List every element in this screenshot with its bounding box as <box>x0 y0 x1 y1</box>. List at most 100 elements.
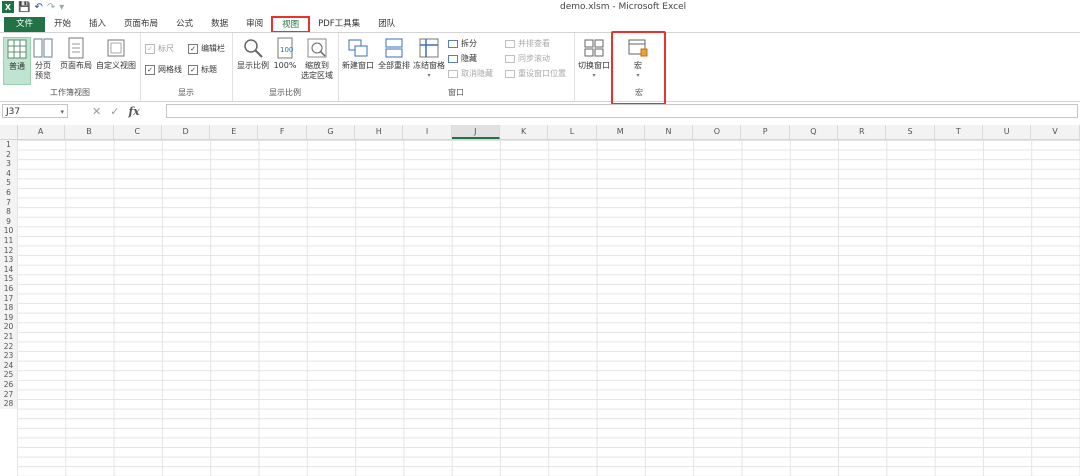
sync-scroll-button[interactable]: 同步滚动 <box>505 53 550 64</box>
title-bar: X 💾 ↶ ↷ ▾ demo.xlsm - Microsoft Excel <box>0 0 1080 16</box>
row-header[interactable]: 12 <box>0 245 18 256</box>
column-header[interactable]: R <box>838 125 887 139</box>
formula-bar-checkbox[interactable]: ✓ 编辑栏 <box>188 43 225 54</box>
row-header[interactable]: 17 <box>0 293 18 304</box>
tab-6[interactable]: 审阅 <box>237 17 272 32</box>
row-header[interactable]: 28 <box>0 399 18 409</box>
tab-5[interactable]: 数据 <box>202 17 237 32</box>
column-header[interactable]: H <box>355 125 404 139</box>
row-header[interactable]: 11 <box>0 236 18 246</box>
row-header[interactable]: 14 <box>0 264 18 275</box>
view-side-by-side-button[interactable]: 并排查看 <box>505 38 550 49</box>
new-window-button[interactable]: 新建窗口 <box>340 37 376 71</box>
column-header[interactable]: C <box>114 125 162 139</box>
sync-scroll-label: 同步滚动 <box>518 54 550 63</box>
row-header[interactable]: 25 <box>0 370 18 380</box>
column-header[interactable]: U <box>983 125 1032 139</box>
name-box-dropdown-icon[interactable]: ▾ <box>60 105 64 119</box>
side-by-side-label: 并排查看 <box>518 39 550 48</box>
row-header[interactable]: 16 <box>0 284 18 294</box>
new-window-icon <box>347 37 369 59</box>
page-break-preview-button[interactable]: 分页 预览 <box>31 37 55 81</box>
cancel-icon[interactable]: ✕ <box>92 105 101 118</box>
tab-4[interactable]: 公式 <box>167 17 202 32</box>
column-header[interactable]: S <box>886 125 935 139</box>
name-box[interactable]: J37 ▾ <box>2 104 68 118</box>
hide-button[interactable]: 隐藏 <box>448 53 477 64</box>
row-header[interactable]: 6 <box>0 188 18 198</box>
select-all-corner[interactable] <box>0 125 18 139</box>
row-header[interactable]: 9 <box>0 216 18 227</box>
tab-9[interactable]: 团队 <box>369 17 404 32</box>
insert-function-icon[interactable]: fx <box>128 105 139 118</box>
column-header[interactable]: L <box>548 125 597 139</box>
reset-window-position-button[interactable]: 重设窗口位置 <box>505 68 566 79</box>
tab-8[interactable]: PDF工具集 <box>309 17 369 32</box>
column-header[interactable]: V <box>1031 125 1080 139</box>
formula-input[interactable] <box>166 104 1078 118</box>
arrange-all-button[interactable]: 全部重排 <box>376 37 412 71</box>
row-header[interactable]: 4 <box>0 168 18 179</box>
column-header[interactable]: Q <box>790 125 839 139</box>
tab-1[interactable]: 开始 <box>45 17 80 32</box>
row-header[interactable]: 7 <box>0 197 18 208</box>
enter-icon[interactable]: ✓ <box>110 105 119 118</box>
save-icon[interactable]: 💾 <box>18 2 30 13</box>
zoom-to-selection-button[interactable]: 缩放到 选定区域 <box>299 37 335 81</box>
freeze-panes-button[interactable]: 冻结窗格 ▾ <box>412 37 446 81</box>
row-header[interactable]: 26 <box>0 380 18 390</box>
row-header[interactable]: 2 <box>0 149 18 160</box>
column-header[interactable]: J <box>451 125 500 139</box>
row-header[interactable]: 18 <box>0 303 18 313</box>
column-header[interactable]: E <box>210 125 259 139</box>
row-header[interactable]: 10 <box>0 226 18 236</box>
row-header[interactable]: 24 <box>0 360 18 371</box>
undo-icon[interactable]: ↶ <box>34 2 42 13</box>
row-header[interactable]: 8 <box>0 207 18 217</box>
column-header[interactable]: N <box>645 125 694 139</box>
customize-qat-icon[interactable]: ▾ <box>59 2 64 13</box>
row-header[interactable]: 21 <box>0 332 18 342</box>
split-button[interactable]: 拆分 <box>448 38 477 49</box>
headings-checkbox[interactable]: ✓ 标题 <box>188 64 217 75</box>
worksheet-grid[interactable]: ABCDEFGHIJKLMNOPQRSTUV 1 2 3 4 5 6 7 8 9 10 11 12 13… <box>0 125 1080 476</box>
row-header[interactable]: 20 <box>0 322 18 332</box>
normal-view-button[interactable]: 普通 <box>3 37 31 85</box>
column-header[interactable]: P <box>742 125 790 139</box>
unhide-button[interactable]: 取消隐藏 <box>448 68 493 79</box>
row-header[interactable]: 23 <box>0 351 18 361</box>
switch-windows-button[interactable]: 切换窗口 ▾ <box>576 37 612 81</box>
column-header[interactable]: A <box>17 125 66 139</box>
tab-3[interactable]: 页面布局 <box>115 17 167 32</box>
row-header[interactable]: 27 <box>0 389 18 400</box>
group-window: 新建窗口 全部重排 冻结窗格 ▾ 拆分 隐藏 取消隐藏 并排查看 同步滚动 重设… <box>338 33 575 101</box>
zoom-to-selection-label: 缩放到 选定区域 <box>301 61 333 80</box>
redo-icon[interactable]: ↷ <box>47 2 55 13</box>
row-header[interactable]: 3 <box>0 159 18 169</box>
column-header[interactable]: K <box>500 125 549 139</box>
column-header[interactable]: T <box>935 125 983 139</box>
column-header[interactable]: F <box>259 125 307 139</box>
column-header[interactable]: B <box>65 125 114 139</box>
cell-area[interactable] <box>17 140 1080 476</box>
row-header[interactable]: 5 <box>0 178 18 188</box>
tab-7[interactable]: 视图 <box>271 16 311 33</box>
ruler-checkbox[interactable]: ✓ 标尺 <box>145 43 174 54</box>
column-header[interactable]: G <box>307 125 356 139</box>
custom-views-button[interactable]: 自定义视图 <box>95 37 137 71</box>
tab-2[interactable]: 插入 <box>80 17 115 32</box>
column-header[interactable]: I <box>403 125 452 139</box>
column-header[interactable]: O <box>693 125 742 139</box>
column-header[interactable]: D <box>162 125 211 139</box>
zoom-100-button[interactable]: 100 100% <box>273 37 297 71</box>
column-header[interactable]: M <box>597 125 645 139</box>
row-header[interactable]: 13 <box>0 255 18 265</box>
page-layout-button[interactable]: 页面布局 <box>58 37 94 71</box>
tab-0[interactable]: 文件 <box>4 17 46 32</box>
row-header[interactable]: 19 <box>0 312 18 323</box>
gridlines-checkbox[interactable]: ✓ 网格线 <box>145 64 182 75</box>
row-header[interactable]: 1 <box>0 140 18 150</box>
zoom-button[interactable]: 显示比例 <box>235 37 271 71</box>
row-header[interactable]: 15 <box>0 274 18 284</box>
row-header[interactable]: 22 <box>0 341 18 352</box>
